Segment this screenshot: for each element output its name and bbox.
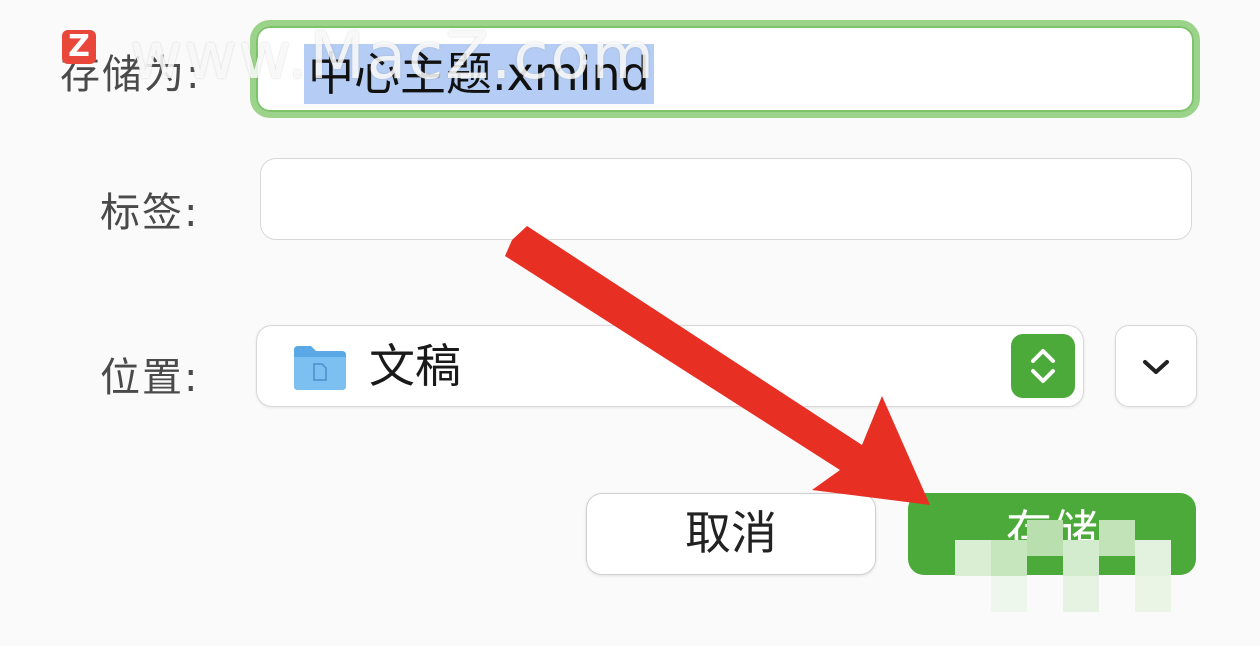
- watermark-text: www.MacZ.com: [130, 20, 656, 94]
- watermark-logo: Z: [62, 30, 96, 64]
- chevron-down-icon: [1143, 360, 1169, 374]
- expand-dialog-button[interactable]: [1115, 325, 1197, 407]
- location-label: 位置:: [100, 355, 200, 401]
- tags-field[interactable]: [260, 158, 1192, 240]
- updown-chevron-icon: [1031, 349, 1055, 383]
- save-dialog: 存储为: 中心主题.xmind 标签: 位置: 文稿 取消 存储 Z www.M…: [0, 0, 1260, 646]
- location-stepper[interactable]: [1011, 334, 1075, 398]
- location-popup[interactable]: 文稿: [256, 325, 1084, 407]
- location-value: 文稿: [369, 339, 461, 393]
- tags-label: 标签:: [100, 190, 200, 236]
- cancel-button[interactable]: 取消: [586, 493, 876, 575]
- folder-icon: [294, 346, 346, 390]
- save-button[interactable]: 存储: [908, 493, 1196, 575]
